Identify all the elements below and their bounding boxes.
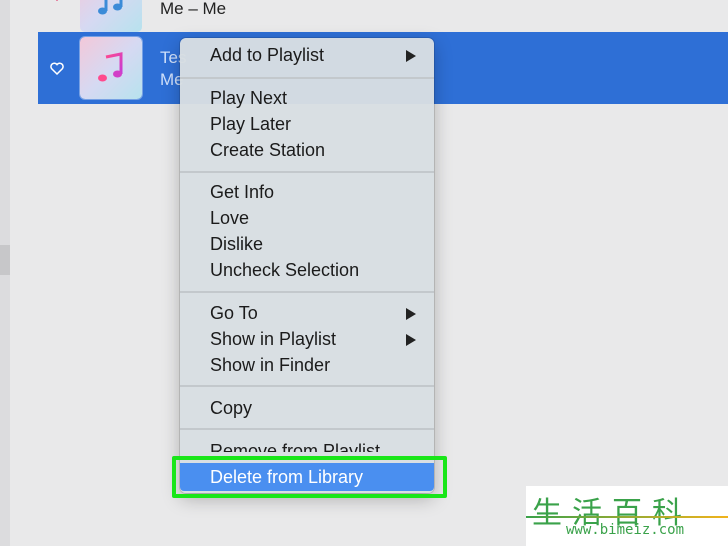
menu-item-label: Play Later [210, 114, 292, 134]
loved-heart-icon[interactable] [52, 0, 62, 2]
context-menu: Add to Playlist Play Next Play Later Cre… [180, 38, 434, 493]
menu-item-play-later[interactable]: Play Later [180, 111, 434, 137]
album-artwork [80, 37, 142, 99]
song-title: Me – Me [160, 0, 227, 18]
menu-item-uncheck-selection[interactable]: Uncheck Selection [180, 257, 434, 283]
menu-item-dislike[interactable]: Dislike [180, 231, 434, 257]
menu-item-add-to-playlist[interactable]: Add to Playlist [180, 42, 434, 68]
watermark-url: www.bimeiz.com [566, 522, 685, 538]
menu-item-copy[interactable]: Copy [180, 395, 434, 421]
menu-item-label: Dislike [210, 234, 264, 254]
music-note-icon [98, 0, 123, 15]
menu-separator [180, 291, 434, 293]
menu-item-remove-from-playlist[interactable]: Remove from Playlist [180, 438, 434, 452]
menu-separator [180, 385, 434, 387]
submenu-arrow-icon [406, 50, 416, 62]
menu-item-label: Play Next [210, 88, 288, 108]
heart-outline-icon[interactable] [50, 62, 64, 75]
menu-item-play-next[interactable]: Play Next [180, 85, 434, 111]
menu-item-go-to[interactable]: Go To [180, 300, 434, 326]
watermark-logo: 生活百科 www.bimeiz.com [526, 486, 728, 546]
menu-item-label: Create Station [210, 140, 326, 160]
menu-item-label: Love [210, 208, 250, 228]
sidebar-scroll-marker [0, 245, 10, 275]
menu-item-label: Get Info [210, 182, 275, 202]
menu-item-label: Copy [210, 398, 253, 418]
music-note-icon [98, 52, 123, 82]
menu-item-show-in-playlist[interactable]: Show in Playlist [180, 326, 434, 352]
menu-item-label: Show in Playlist [210, 329, 337, 349]
menu-separator [180, 428, 434, 430]
menu-item-show-in-finder[interactable]: Show in Finder [180, 352, 434, 378]
menu-item-label: Uncheck Selection [210, 260, 360, 280]
menu-item-create-station[interactable]: Create Station [180, 137, 434, 163]
menu-item-get-info[interactable]: Get Info [180, 179, 434, 205]
song-row[interactable]: Me – Me [38, 0, 728, 34]
menu-item-love[interactable]: Love [180, 205, 434, 231]
submenu-arrow-icon [406, 308, 416, 320]
menu-separator [180, 171, 434, 173]
menu-item-label: Remove from Playlist [210, 441, 381, 452]
menu-separator [180, 77, 434, 79]
menu-item-label: Add to Playlist [210, 45, 325, 65]
highlight-annotation-box [172, 456, 447, 498]
menu-item-label: Show in Finder [210, 355, 331, 375]
album-artwork [80, 0, 142, 32]
menu-item-label: Go To [210, 303, 258, 323]
watermark-divider [526, 516, 728, 518]
sidebar-edge [0, 0, 10, 546]
submenu-arrow-icon [406, 334, 416, 346]
